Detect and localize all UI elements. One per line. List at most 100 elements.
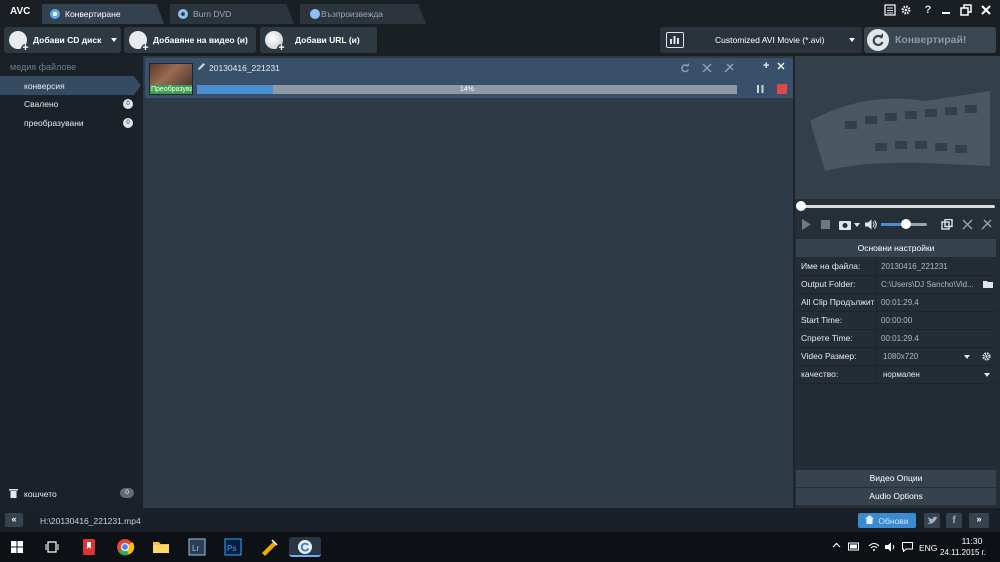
format-label: Customized AVI Movie (*.avi) xyxy=(715,35,825,45)
seek-bar[interactable] xyxy=(800,205,995,208)
list-item[interactable]: Преобразува... 20130416_221231 + 14% xyxy=(145,58,793,98)
file-list-area: Преобразува... 20130416_221231 + 14% xyxy=(141,56,793,508)
camera-icon[interactable] xyxy=(839,219,851,232)
collapse-sidebar-button[interactable]: « xyxy=(5,513,23,527)
stop-icon[interactable] xyxy=(821,220,830,229)
tab-label: Burn DVD xyxy=(193,9,232,19)
toolbar: Добави CD диск Добавяне на видео (и) Доб… xyxy=(0,24,1000,56)
thumb-status-label: Преобразува... xyxy=(150,85,192,94)
help-button[interactable]: ? xyxy=(920,4,936,16)
add-video-icon xyxy=(129,31,150,53)
windows-taskbar: Lr Ps ENG 11:30 24.11.2015 г. xyxy=(0,532,1000,562)
add-icon[interactable]: + xyxy=(763,60,769,72)
convert-tab-icon xyxy=(50,9,60,19)
folder-icon[interactable] xyxy=(983,280,994,291)
pencil-icon[interactable] xyxy=(197,62,206,73)
sidebar: медия файлове конверсия Свалено 0 преобр… xyxy=(0,56,141,508)
video-size-select[interactable]: 1080x720 xyxy=(876,348,996,365)
chevron-down-icon xyxy=(964,355,970,359)
trash-count-badge: 0 xyxy=(120,488,134,498)
sidebar-item-converted[interactable]: преобразувани 0 xyxy=(0,113,141,132)
close-button[interactable] xyxy=(978,4,994,19)
chevron-down-icon[interactable] xyxy=(111,38,118,42)
task-view-icon[interactable] xyxy=(45,541,59,555)
volume-handle[interactable] xyxy=(901,219,911,229)
chrome-icon[interactable] xyxy=(114,537,136,557)
speaker-icon[interactable] xyxy=(885,542,897,554)
battery-icon[interactable] xyxy=(848,542,860,553)
output-folder-value: C:\Users\DJ Sancho\Vid... xyxy=(881,279,974,289)
update-button[interactable]: Обнови xyxy=(858,513,916,528)
tab-burn-dvd[interactable]: Burn DVD xyxy=(170,4,294,24)
facebook-icon[interactable]: f xyxy=(946,513,962,528)
clock-time[interactable]: 11:30 xyxy=(958,536,986,546)
crop-icon[interactable] xyxy=(941,218,953,232)
avc-taskbar-icon[interactable] xyxy=(289,537,321,557)
photoshop-icon[interactable]: Ps xyxy=(222,537,244,557)
setting-row-quality: качество: нормален xyxy=(796,366,996,384)
twitter-icon[interactable] xyxy=(924,513,940,528)
notification-icon[interactable] xyxy=(902,542,913,554)
tab-play[interactable]: Възпроизвежда xyxy=(300,4,426,24)
add-cd-button[interactable]: Добави CD диск xyxy=(4,27,121,53)
setting-row-video-size: Video Размер: 1080x720 xyxy=(796,348,996,366)
quality-value: нормален xyxy=(883,369,920,379)
seek-handle[interactable] xyxy=(796,201,806,211)
pause-icon[interactable] xyxy=(756,84,765,96)
add-video-label: Добавяне на видео (и) xyxy=(153,35,248,45)
convert-button[interactable]: Конвертирай! xyxy=(864,27,996,53)
language-indicator[interactable]: ENG xyxy=(919,543,937,553)
refresh-icon[interactable] xyxy=(680,63,690,75)
minimize-button[interactable] xyxy=(938,4,954,19)
start-time-field[interactable]: 00:00:00 xyxy=(876,312,996,329)
cut-icon[interactable] xyxy=(702,63,712,75)
trim-icon[interactable] xyxy=(962,219,973,232)
stop-icon[interactable] xyxy=(777,84,787,94)
restore-button[interactable] xyxy=(958,4,974,19)
volume-icon[interactable] xyxy=(865,219,877,232)
gear-icon[interactable] xyxy=(898,4,914,19)
windows-start-icon[interactable] xyxy=(11,541,23,555)
gear-icon[interactable] xyxy=(981,351,992,364)
effects-icon[interactable] xyxy=(724,63,734,75)
stop-time-field[interactable]: 00:01:29.4 xyxy=(876,330,996,347)
effects-icon[interactable] xyxy=(981,219,992,232)
video-options-header[interactable]: Видео Опции xyxy=(796,470,996,487)
quality-select[interactable]: нормален xyxy=(876,366,996,383)
lightroom-icon[interactable]: Lr xyxy=(186,537,208,557)
setting-row-stop-time: Спрете Time: 00:01:29.4 xyxy=(796,330,996,348)
output-format-select[interactable]: Customized AVI Movie (*.avi) xyxy=(660,27,862,53)
close-icon[interactable] xyxy=(777,62,785,72)
home-icon xyxy=(865,515,875,526)
add-url-button[interactable]: Добави URL (и) xyxy=(260,27,377,53)
settings-header[interactable]: Основни настройки xyxy=(796,239,996,257)
trash-label: кошчето xyxy=(24,489,57,499)
audio-options-header[interactable]: Audio Options xyxy=(796,488,996,505)
bookmark-app-icon[interactable] xyxy=(78,537,100,557)
tray-chevron-up-icon[interactable] xyxy=(832,541,841,552)
add-video-button[interactable]: Добавяне на видео (и) xyxy=(124,27,256,53)
setting-row-filename: Име на файла: 20130416_221231 xyxy=(796,258,996,276)
tab-convert[interactable]: Конвертиране xyxy=(42,4,164,24)
queue-icon[interactable] xyxy=(882,4,898,19)
sidebar-header: медия файлове xyxy=(10,62,77,72)
network-icon[interactable] xyxy=(868,542,880,554)
trash-item[interactable]: кошчето 0 xyxy=(0,485,141,501)
sidebar-item-downloaded[interactable]: Свалено 0 xyxy=(0,94,141,113)
clock-date[interactable]: 24.11.2015 г. xyxy=(940,548,986,557)
setting-key: Video Размер: xyxy=(801,351,857,362)
setting-row-output-folder: Output Folder: C:\Users\DJ Sancho\Vid... xyxy=(796,276,996,294)
output-folder-field[interactable]: C:\Users\DJ Sancho\Vid... xyxy=(876,276,996,293)
chevron-down-icon[interactable] xyxy=(854,223,860,227)
count-badge: 0 xyxy=(123,118,133,128)
expand-panel-button[interactable]: » xyxy=(969,513,989,528)
sidebar-item-conversion[interactable]: конверсия xyxy=(0,76,141,95)
basic-settings-panel: Основни настройки Име на файла: 20130416… xyxy=(795,237,1000,470)
play-circle-icon xyxy=(310,9,320,19)
editor-app-icon[interactable] xyxy=(258,537,280,557)
file-explorer-icon[interactable] xyxy=(150,537,172,557)
play-icon[interactable] xyxy=(802,219,811,232)
setting-key: качество: xyxy=(801,369,839,380)
filename-field[interactable]: 20130416_221231 xyxy=(876,258,996,275)
setting-key: Start Time: xyxy=(801,315,843,326)
